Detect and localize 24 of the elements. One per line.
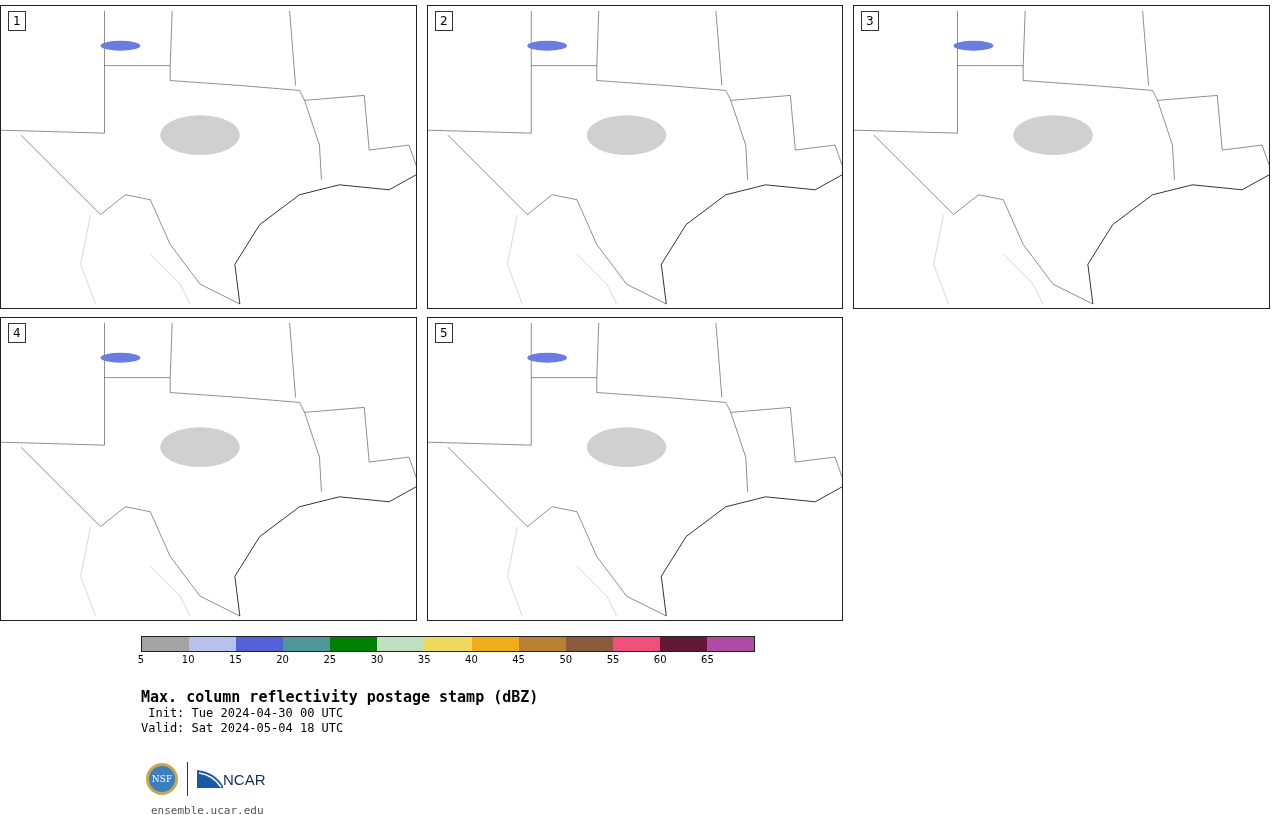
tick-label: 40 — [465, 654, 478, 666]
nsf-logo: NSF — [146, 763, 178, 795]
tick-label: 50 — [559, 654, 573, 666]
tick-label: 60 — [653, 654, 667, 666]
panel-number: 3 — [861, 11, 879, 31]
tick-label: 45 — [512, 654, 525, 666]
tick-label: 10 — [181, 654, 195, 666]
tick-label: 25 — [323, 654, 337, 666]
panel-number: 4 — [8, 323, 26, 343]
chart-title: Max. column reflectivity postage stamp (dBZ) — [141, 688, 540, 706]
panel-number: 2 — [435, 11, 453, 31]
panel-number: 5 — [435, 323, 453, 343]
tick-label: 65 — [701, 654, 714, 666]
ncar-logo: NCAR — [197, 770, 266, 788]
panel-number: 1 — [8, 11, 26, 31]
tick-label: 35 — [417, 654, 431, 666]
tick-label: 15 — [229, 654, 242, 666]
website-url: ensemble.ucar.edu — [151, 804, 265, 815]
valid-time-text: Valid: Sat 2024-05-04 18 UTC — [141, 721, 345, 736]
tick-label: 30 — [370, 654, 384, 666]
tick-label: 5 — [137, 654, 145, 666]
tick-label: 20 — [276, 654, 289, 666]
tick-label: 55 — [606, 654, 620, 666]
init-time-text: Init: Tue 2024-04-30 00 UTC — [147, 706, 345, 721]
